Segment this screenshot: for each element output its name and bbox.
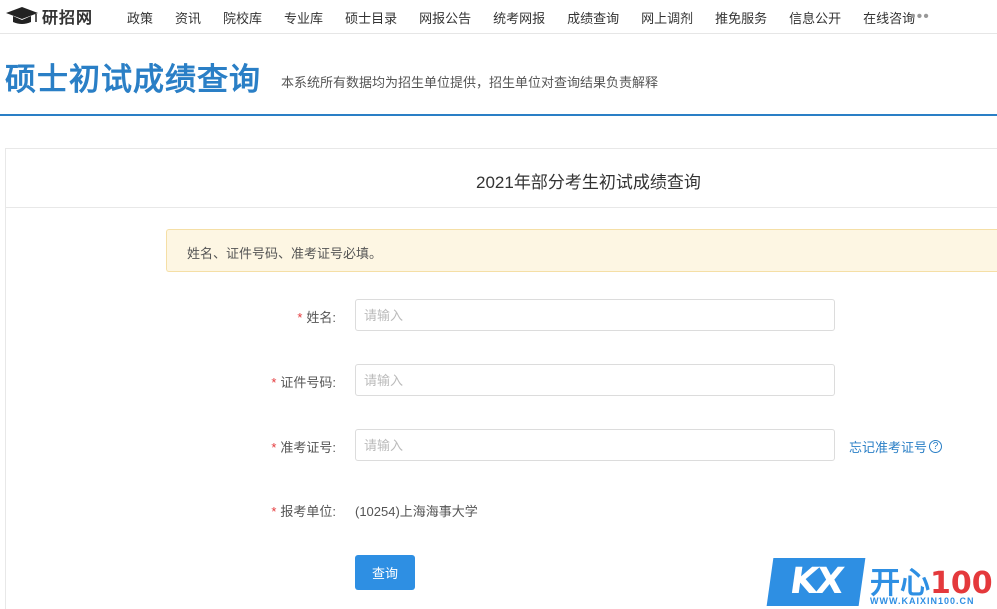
site-logo[interactable]: 研招网	[4, 5, 93, 27]
exam-number-label: * 准考证号:	[271, 440, 336, 455]
id-number-input[interactable]	[355, 364, 835, 396]
exam-number-input[interactable]	[355, 429, 835, 461]
panel-title: 2021年部分考生初试成绩查询	[476, 173, 701, 192]
unit-value: (10254)上海海事大学	[355, 504, 478, 519]
graduation-cap-icon	[4, 5, 40, 27]
nav-item-unified-registration[interactable]: 统考网报	[482, 8, 556, 27]
id-number-label: * 证件号码:	[271, 375, 336, 390]
nav-item-schools[interactable]: 院校库	[212, 8, 273, 27]
watermark-logo: KX 开心100 WWW.KAIXIN100.CN	[766, 556, 997, 609]
panel-header: 2021年部分考生初试成绩查询	[6, 149, 997, 208]
watermark-box: KX	[766, 558, 866, 606]
required-mark: *	[297, 310, 303, 325]
form-row-exam-number: *准考证号: 忘记准考证号?	[6, 429, 997, 461]
nav-item-adjustment[interactable]: 网上调剂	[630, 8, 704, 27]
name-input[interactable]	[355, 299, 835, 331]
main-nav: 政策 资讯 院校库 专业库 硕士目录 网报公告 统考网报 成绩查询 网上调剂 推…	[116, 0, 926, 34]
required-notice: 姓名、证件号码、准考证号必填。	[166, 229, 997, 272]
nav-item-disclosure[interactable]: 信息公开	[778, 8, 852, 27]
logo-text: 研招网	[42, 8, 94, 27]
form-row-id-number: * 证件号码:	[6, 364, 997, 396]
nav-item-majors[interactable]: 专业库	[273, 8, 334, 27]
watermark-url: WWW.KAIXIN100.CN	[870, 596, 975, 606]
page-subtitle: 本系统所有数据均为招生单位提供，招生单位对查询结果负责解释	[281, 75, 659, 90]
required-notice-text: 姓名、证件号码、准考证号必填。	[187, 246, 383, 261]
nav-item-master-catalog[interactable]: 硕士目录	[334, 8, 408, 27]
nav-item-recommendation[interactable]: 推免服务	[704, 8, 778, 27]
name-label: * 姓名:	[297, 310, 336, 325]
required-mark: *	[271, 504, 277, 519]
required-mark: *	[271, 440, 277, 455]
nav-item-registration-notice[interactable]: 网报公告	[408, 8, 482, 27]
nav-item-policy[interactable]: 政策	[116, 8, 164, 27]
query-button[interactable]: 查询	[355, 555, 415, 590]
nav-item-news[interactable]: 资讯	[164, 8, 212, 27]
question-circle-icon[interactable]: ?	[929, 440, 943, 453]
required-mark: *	[271, 375, 277, 390]
forgot-exam-number-link[interactable]: 忘记准考证号?	[849, 437, 943, 456]
page-title: 硕士初试成绩查询	[5, 62, 261, 97]
top-navigation: 研招网 政策 资讯 院校库 专业库 硕士目录 网报公告 统考网报 成绩查询 网上…	[0, 0, 997, 34]
header-divider	[0, 114, 997, 116]
form-row-name: * 姓名:	[6, 299, 997, 331]
form-row-unit: * 报考单位: (10254)上海海事大学	[6, 493, 997, 525]
query-panel: 2021年部分考生初试成绩查询 姓名、证件号码、准考证号必填。 *姓名: *证件…	[5, 148, 997, 609]
more-menu-icon[interactable]: •••	[910, 8, 930, 26]
unit-label: * 报考单位:	[271, 504, 336, 519]
nav-item-score-query[interactable]: 成绩查询	[556, 8, 630, 27]
